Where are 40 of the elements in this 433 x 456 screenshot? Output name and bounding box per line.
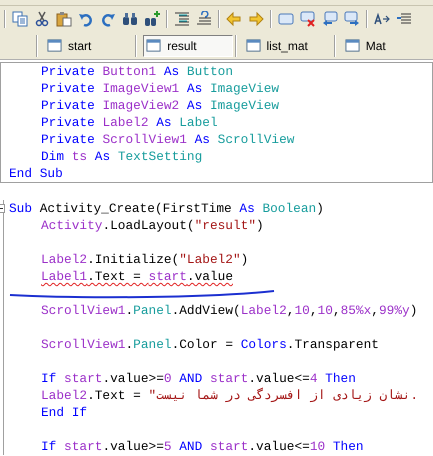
- binoculars-plus-icon[interactable]: [144, 11, 160, 27]
- code-line: Dim ts As TextSetting: [40, 149, 202, 164]
- cut-icon[interactable]: [34, 11, 50, 27]
- window-icon: [146, 38, 162, 53]
- code-line: ScrollView1.Panel.Color = Colors.Transparent: [40, 337, 379, 352]
- code-line: End Sub: [8, 166, 63, 181]
- document-tab[interactable]: list_mat: [242, 34, 332, 56]
- code-line: Private ScrollView1 As ScrollView: [40, 132, 294, 147]
- window-icon: [344, 38, 360, 53]
- code-line: Private Label2 As Label: [40, 115, 218, 130]
- code-line: Activity.LoadLayout("result"): [40, 218, 264, 233]
- code-line: Private ImageView1 As ImageView: [40, 81, 280, 96]
- code-line: Label1.Text = start.value: [40, 269, 233, 284]
- right-arrow-icon[interactable]: [248, 11, 264, 27]
- copy-icon[interactable]: [12, 11, 28, 27]
- redo-icon[interactable]: [100, 11, 116, 27]
- undo-icon[interactable]: [78, 11, 94, 27]
- code-line: If start.value>=5 AND start.value<=10 Then: [40, 439, 364, 454]
- window-icon[interactable]: [278, 11, 294, 27]
- binoculars-icon[interactable]: [122, 11, 138, 27]
- code-line: Private Button1 As Button: [40, 64, 233, 79]
- outdent-icon[interactable]: [196, 11, 212, 27]
- code-line: If start.value>=0 AND start.value<=4 Then: [40, 371, 356, 386]
- window-icon: [246, 38, 260, 53]
- window-left-icon[interactable]: [322, 11, 338, 27]
- indent-icon[interactable]: [174, 11, 190, 27]
- window-delete-icon[interactable]: [300, 11, 316, 27]
- sort-icon[interactable]: [374, 11, 390, 27]
- document-tab[interactable]: Mat: [342, 34, 432, 56]
- code-line: ScrollView1.Panel.AddView(Label2,10,10,85%x,99%y): [40, 303, 418, 318]
- document-tab[interactable]: result: [143, 34, 234, 56]
- code-line: Private ImageView2 As ImageView: [40, 98, 280, 113]
- document-tab[interactable]: start: [44, 34, 134, 56]
- paste-icon[interactable]: [56, 11, 72, 27]
- window-icon: [47, 38, 62, 53]
- left-arrow-icon[interactable]: [226, 11, 242, 27]
- code-line: End If: [40, 405, 88, 420]
- window-right-icon[interactable]: [344, 11, 360, 27]
- code-line: Sub Activity_Create(FirstTime As Boolean): [8, 201, 324, 216]
- code-line: Label2.Initialize("Label2"): [40, 252, 248, 267]
